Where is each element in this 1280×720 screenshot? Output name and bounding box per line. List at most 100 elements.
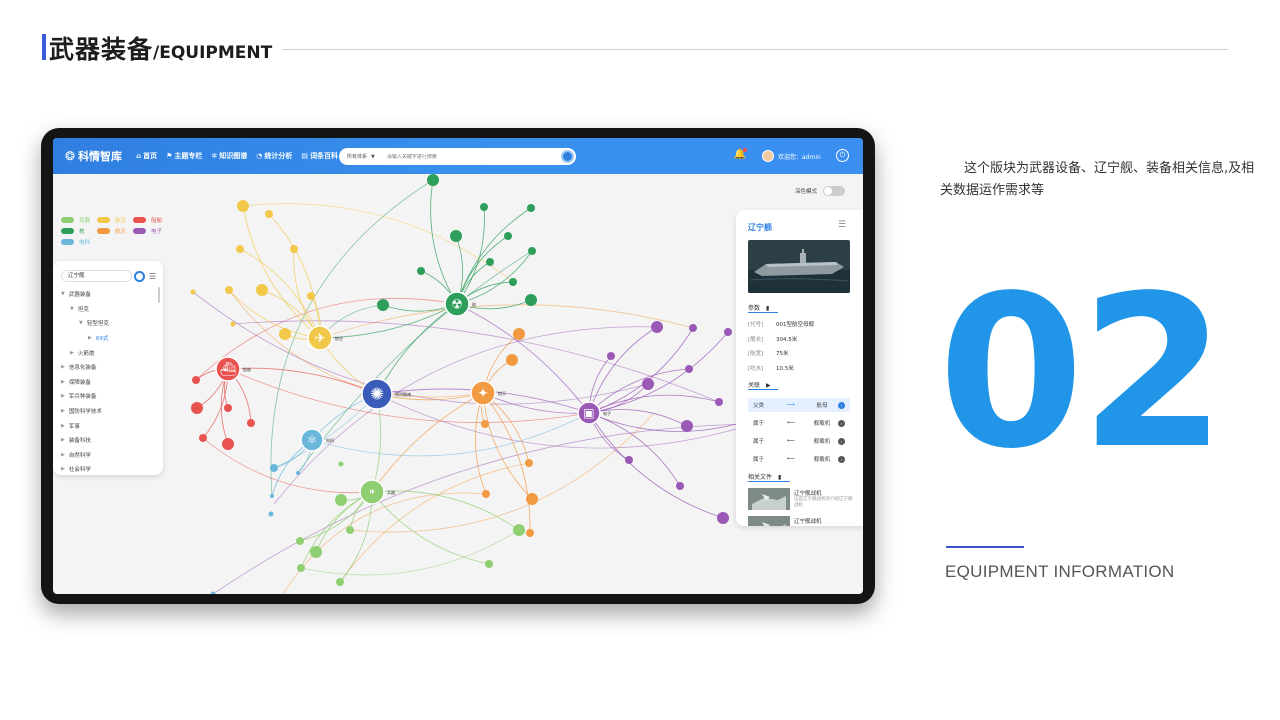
graph-node[interactable]	[191, 402, 203, 414]
caret-right-icon[interactable]: ▶	[61, 393, 65, 399]
graph-node[interactable]	[236, 245, 244, 253]
graph-node[interactable]	[377, 299, 389, 311]
tree-item[interactable]: ▶ 军兵种装备	[61, 389, 157, 404]
graph-node[interactable]	[681, 420, 693, 432]
graph-node[interactable]	[525, 294, 537, 306]
legend-item[interactable]: 航空	[97, 216, 126, 224]
related-doc[interactable]: 辽宁舰战机 这是辽宁舰战机的介绍辽宁舰战机	[748, 488, 856, 512]
tree-item[interactable]: ▶ 军事	[61, 418, 157, 433]
graph-hub[interactable]: ✦ 航天	[470, 380, 506, 406]
app-logo[interactable]: ❂ 科情智库	[65, 148, 122, 164]
relation-row[interactable]: 属于 ⟵ 舰载机 ›	[748, 452, 850, 466]
graph-node[interactable]	[526, 493, 538, 505]
tree-item[interactable]: ▶ 自然科学	[61, 448, 157, 463]
graph-node[interactable]	[256, 284, 268, 296]
legend-item[interactable]: 电子	[133, 227, 162, 235]
caret-right-icon[interactable]: ▶	[61, 452, 65, 458]
graph-hub[interactable]: ⛴ 船舶	[215, 356, 251, 382]
graph-node[interactable]	[685, 365, 693, 373]
graph-node[interactable]	[481, 420, 489, 428]
graph-node[interactable]	[480, 203, 488, 211]
relation-row[interactable]: 属于 ⟵ 舰载机 ›	[748, 416, 850, 430]
search-scope-select[interactable]: 所有体系 ▼	[347, 153, 375, 160]
graph-node[interactable]	[335, 494, 347, 506]
graph-node[interactable]	[296, 537, 304, 545]
doc-title[interactable]: 辽宁舰战机	[794, 489, 822, 497]
graph-hub[interactable]: ⁍ 兵器	[359, 479, 395, 505]
graph-node[interactable]	[336, 578, 344, 586]
graph-node[interactable]	[290, 245, 298, 253]
legend-item[interactable]: 船舶	[133, 216, 162, 224]
graph-node[interactable]	[527, 204, 535, 212]
related-doc[interactable]: 辽宁舰战机	[748, 516, 856, 526]
caret-right-icon[interactable]: ▶	[61, 423, 65, 429]
tree-item[interactable]: ▼ 坦克	[61, 302, 157, 317]
graph-node[interactable]	[482, 490, 490, 498]
nav-item-encyclopedia[interactable]: ▤ 词条百科	[301, 151, 338, 161]
caret-right-icon[interactable]: ▶	[88, 335, 92, 341]
graph-node[interactable]	[450, 230, 462, 242]
graph-hub[interactable]: ✺ 知识图谱	[361, 378, 411, 410]
relation-row[interactable]: 父类 ⟶ 航母 ›	[748, 398, 850, 412]
graph-node[interactable]	[225, 286, 233, 294]
tree-item[interactable]: ▶ 火箭炮	[61, 345, 157, 360]
tree-item[interactable]: ▼ 轻型坦克	[61, 316, 157, 331]
caret-right-icon[interactable]: ▶	[61, 408, 65, 414]
graph-node[interactable]	[506, 354, 518, 366]
tree-search-button[interactable]	[134, 270, 145, 282]
legend-item[interactable]: 兵器	[61, 216, 90, 224]
graph-node[interactable]	[689, 324, 697, 332]
graph-node[interactable]	[237, 200, 249, 212]
dark-mode-switch[interactable]: 深色模式	[795, 186, 846, 196]
graph-node[interactable]	[247, 419, 255, 427]
graph-node[interactable]	[509, 278, 517, 286]
graph-node[interactable]	[525, 459, 533, 467]
relation-go-icon[interactable]: ›	[838, 401, 845, 409]
graph-node[interactable]	[528, 247, 536, 255]
graph-node[interactable]	[504, 232, 512, 240]
graph-node[interactable]	[230, 321, 236, 327]
graph-node[interactable]	[268, 511, 274, 517]
graph-node[interactable]	[199, 434, 207, 442]
relation-go-icon[interactable]: ›	[838, 455, 845, 463]
menu-icon[interactable]: ☰	[838, 220, 846, 230]
graph-node[interactable]	[715, 398, 723, 406]
graph-node[interactable]	[513, 328, 525, 340]
graph-node[interactable]	[427, 174, 439, 186]
caret-right-icon[interactable]: ▶	[61, 379, 65, 385]
user-menu[interactable]: 欢迎您：admin	[762, 150, 821, 162]
legend-item[interactable]: 核	[61, 227, 85, 235]
graph-node[interactable]	[651, 321, 663, 333]
graph-node[interactable]	[270, 464, 278, 472]
graph-node[interactable]	[307, 292, 315, 300]
tree-item[interactable]: ▶ 69式	[61, 331, 157, 346]
list-icon[interactable]: ☰	[149, 272, 156, 281]
power-icon[interactable]: ⏻	[836, 149, 849, 162]
graph-node[interactable]	[222, 438, 234, 450]
nav-item-knowledge-graph[interactable]: ✲ 知识图谱	[211, 151, 247, 161]
graph-node[interactable]	[485, 560, 493, 568]
nav-item-topics[interactable]: ⚑ 主题专栏	[166, 151, 202, 161]
graph-node[interactable]	[192, 376, 200, 384]
caret-down-icon[interactable]: ▼	[79, 320, 83, 326]
caret-right-icon[interactable]: ▶	[61, 364, 65, 370]
legend-item[interactable]: 电科	[61, 238, 90, 246]
search-input[interactable]	[386, 153, 547, 160]
legend-item[interactable]: 航天	[97, 227, 126, 235]
tree-search-input[interactable]: 辽宁舰	[61, 270, 133, 282]
dark-mode-toggle[interactable]	[823, 186, 846, 196]
tree-item[interactable]: ▼ 武器装备	[61, 287, 157, 302]
graph-node[interactable]	[526, 529, 534, 537]
graph-node[interactable]	[310, 546, 322, 558]
graph-node[interactable]	[724, 328, 732, 336]
relation-row[interactable]: 属于 ⟵ 舰载机 ›	[748, 434, 850, 448]
graph-node[interactable]	[625, 456, 633, 464]
graph-node[interactable]	[642, 378, 654, 390]
graph-hub[interactable]: ☢ 核	[444, 291, 476, 317]
graph-node[interactable]	[265, 210, 273, 218]
graph-node[interactable]	[210, 591, 216, 595]
graph-node[interactable]	[346, 526, 354, 534]
graph-node[interactable]	[676, 482, 684, 490]
bell-icon[interactable]: 🔔	[733, 148, 747, 162]
tree-item[interactable]: ▶ 装备科技	[61, 433, 157, 448]
